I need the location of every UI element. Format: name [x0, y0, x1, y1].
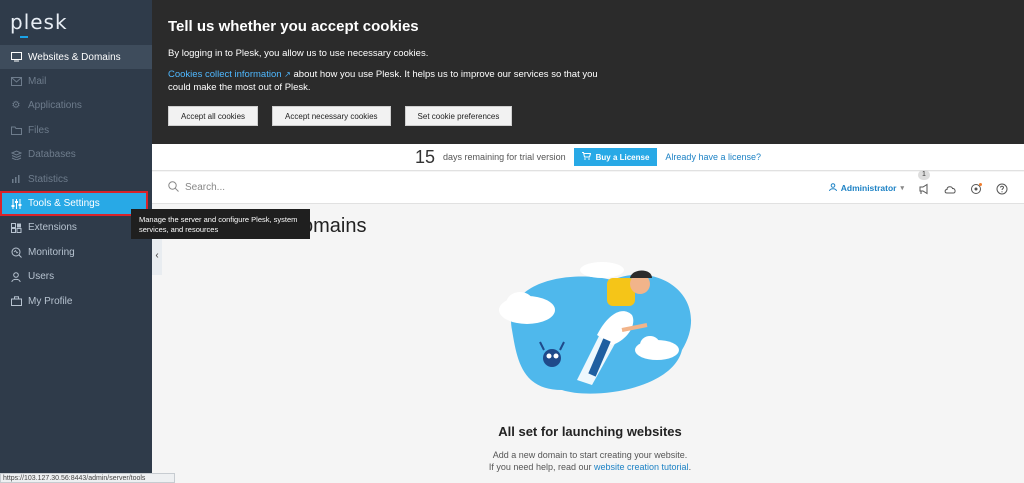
search-monitor-icon — [10, 246, 22, 258]
top-header: Search... Administrator ▾ 1 — [152, 169, 1024, 204]
logo-text: plesk — [10, 10, 68, 34]
cloud-icon — [944, 185, 956, 193]
sidebar-item-applications[interactable]: ⚙ Applications — [0, 94, 152, 118]
sidebar-item-label: Monitoring — [28, 246, 75, 258]
sidebar-nav: Websites & Domains Mail ⚙ Applications F… — [0, 45, 152, 313]
tooltip-text: Manage the server and configure Plesk, s… — [139, 215, 298, 234]
administrator-menu[interactable]: Administrator ▾ — [828, 182, 904, 193]
already-have-license-link[interactable]: Already have a license? — [665, 152, 761, 162]
trial-bar: 15 days remaining for trial version Buy … — [152, 144, 1024, 171]
trial-days-count: 15 — [415, 146, 436, 167]
mail-icon — [10, 76, 22, 88]
sidebar-item-databases[interactable]: Databases — [0, 143, 152, 167]
cloud-button[interactable] — [944, 182, 956, 194]
notification-badge: 1 — [918, 169, 930, 180]
megaphone-icon — [919, 183, 928, 194]
page-title: omains — [302, 215, 367, 237]
sidebar-item-label: My Profile — [28, 295, 73, 307]
bar-chart-icon — [10, 173, 22, 185]
search-icon — [168, 180, 179, 195]
chevron-left-icon: ‹ — [155, 249, 159, 261]
sidebar-item-label: Databases — [28, 149, 76, 161]
search-box[interactable]: Search... — [152, 180, 225, 195]
cookie-line2-paragraph: Cookies collect information ↗ about how … — [168, 68, 618, 94]
set-cookie-preferences-button[interactable]: Set cookie preferences — [404, 106, 513, 126]
accept-necessary-cookies-button[interactable]: Accept necessary cookies — [272, 106, 391, 126]
trial-days-text: days remaining for trial version — [443, 152, 566, 162]
chevron-down-icon: ▾ — [900, 184, 904, 192]
sidebar-item-label: Applications — [28, 100, 82, 112]
sidebar-item-label: Files — [28, 124, 50, 136]
header-actions: Administrator ▾ 1 — [828, 169, 1024, 194]
accept-all-cookies-button[interactable]: Accept all cookies — [168, 106, 259, 126]
notifications-button[interactable]: 1 — [918, 169, 930, 194]
sidebar-item-tools-settings[interactable]: Tools & Settings — [0, 191, 148, 216]
sidebar-item-extensions[interactable]: Extensions — [0, 216, 152, 240]
sidebar-item-my-profile[interactable]: My Profile — [0, 289, 152, 313]
sidebar-collapse-button[interactable]: ‹ — [152, 235, 162, 275]
cookie-buttons: Accept all cookies Accept necessary cook… — [168, 106, 1008, 126]
cookie-line1: By logging in to Plesk, you allow us to … — [168, 48, 429, 59]
logo-underline — [20, 36, 28, 38]
monitor-icon — [10, 51, 22, 63]
sliders-icon — [10, 198, 22, 210]
sidebar-item-label: Users — [28, 271, 55, 283]
empty-state-line2: If you need help, read our website creat… — [162, 461, 1018, 473]
cookie-title: Tell us whether you accept cookies — [168, 18, 419, 35]
sidebar: plesk Websites & Domains Mail ⚙ Applicat… — [0, 0, 152, 483]
cart-icon — [581, 152, 591, 162]
empty-state-line2-prefix: If you need help, read our — [488, 462, 592, 472]
user-icon — [828, 182, 837, 193]
sidebar-item-mail[interactable]: Mail — [0, 69, 152, 93]
main-content: omains All set for launching websites Ad… — [162, 205, 1024, 483]
cookie-banner: Tell us whether you accept cookies By lo… — [152, 0, 1024, 144]
empty-state-heading: All set for launching websites — [498, 424, 682, 439]
folder-icon — [10, 124, 22, 136]
gear-icon: ⚙ — [11, 100, 21, 112]
sidebar-item-monitoring[interactable]: Monitoring — [0, 240, 152, 264]
administrator-label: Administrator — [840, 182, 897, 193]
external-link-icon: ↗ — [284, 70, 291, 79]
status-url: https://103.127.30.56:8443/admin/server/… — [3, 475, 146, 482]
plesk-logo[interactable]: plesk — [10, 10, 68, 34]
empty-state-subtext: Add a new domain to start creating your … — [162, 449, 1018, 473]
extensions-catalog-button[interactable] — [970, 182, 982, 194]
sidebar-item-label: Statistics — [28, 173, 69, 185]
empty-state-line2-suffix: . — [688, 462, 692, 472]
cookies-info-link[interactable]: Cookies collect information — [168, 69, 282, 80]
puzzle-icon — [10, 222, 22, 234]
briefcase-icon — [10, 295, 22, 307]
help-button[interactable] — [996, 182, 1008, 194]
sidebar-item-label: Websites & Domains — [28, 51, 121, 63]
sidebar-item-label: Mail — [28, 76, 47, 88]
sidebar-item-users[interactable]: Users — [0, 265, 152, 289]
search-input[interactable]: Search... — [185, 182, 225, 193]
sidebar-item-label: Extensions — [28, 222, 77, 234]
help-icon — [996, 183, 1008, 194]
browser-status-bar: https://103.127.30.56:8443/admin/server/… — [0, 473, 175, 483]
empty-state-line1: Add a new domain to start creating your … — [492, 450, 688, 460]
sidebar-item-statistics[interactable]: Statistics — [0, 167, 152, 191]
sidebar-item-label: Tools & Settings — [28, 198, 100, 210]
sidebar-item-websites-domains[interactable]: Websites & Domains — [0, 45, 152, 70]
tools-settings-tooltip: Manage the server and configure Plesk, s… — [131, 209, 310, 239]
website-creation-tutorial-link[interactable]: website creation tutorial — [594, 462, 689, 472]
sidebar-item-files[interactable]: Files — [0, 118, 152, 142]
user-icon — [10, 271, 22, 283]
puzzle-badge-icon — [971, 182, 982, 194]
buy-license-label: Buy a License — [595, 152, 650, 162]
buy-license-button[interactable]: Buy a License — [573, 148, 658, 166]
database-icon — [10, 149, 22, 161]
launch-illustration — [499, 262, 692, 394]
